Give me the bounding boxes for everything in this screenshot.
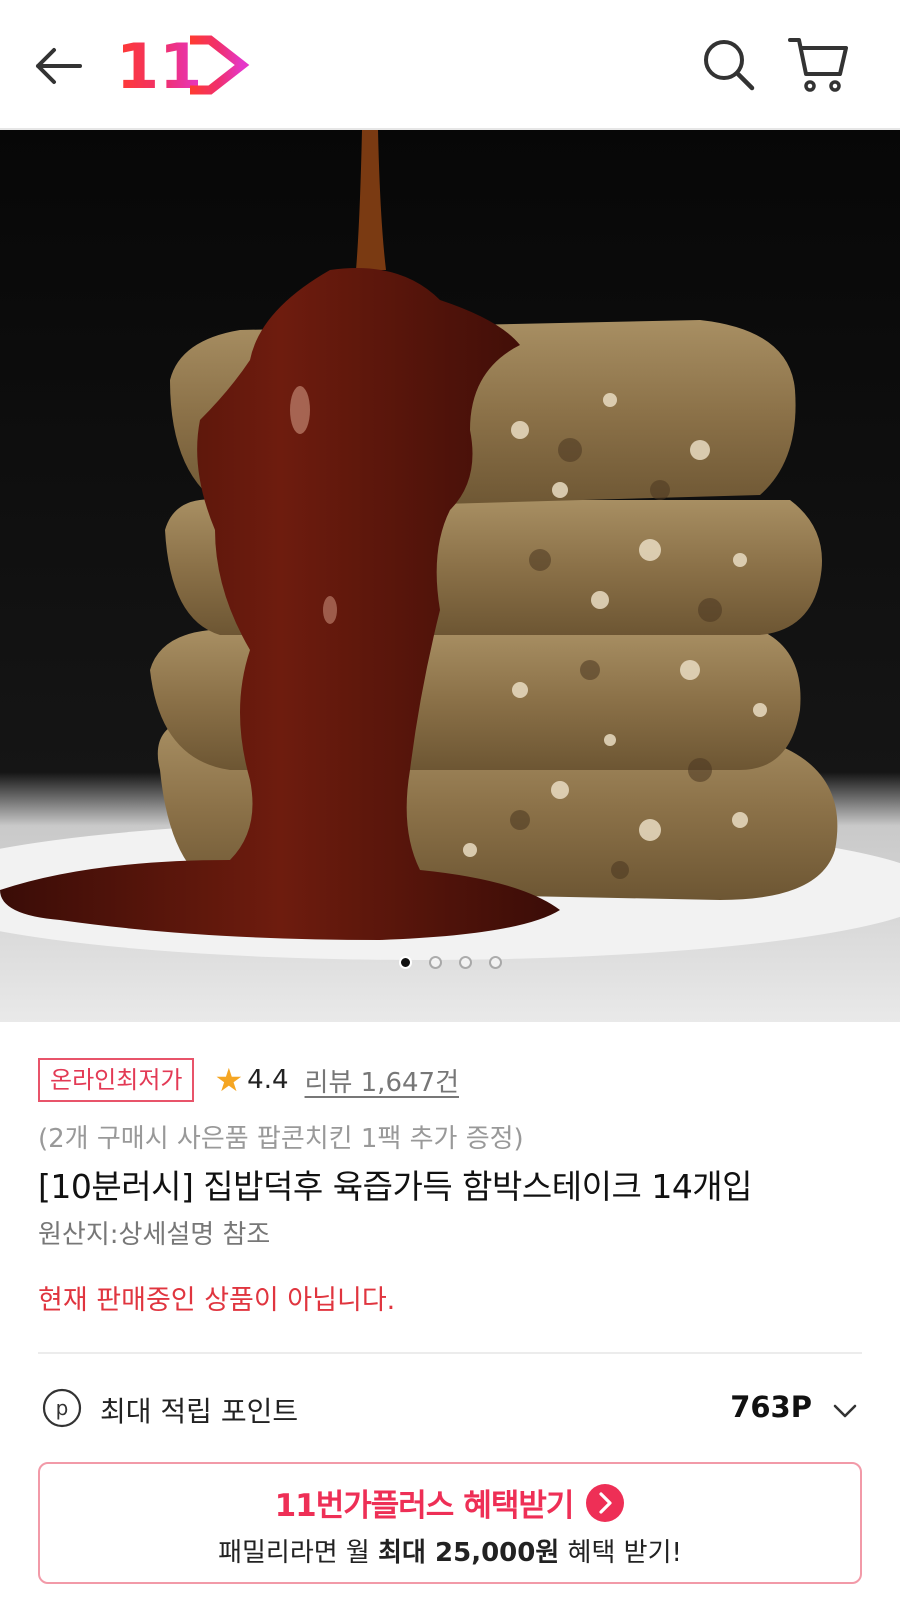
plus-desc-suffix: 혜택 받기! bbox=[559, 1538, 682, 1568]
rating-value: 4.4 bbox=[247, 1065, 289, 1095]
promo-text: (2개 구매시 사은품 팝콘치킨 1팩 추가 증정) bbox=[38, 1124, 524, 1154]
plus-desc-prefix: 패밀리라면 월 bbox=[218, 1538, 379, 1568]
lowest-price-badge: 온라인최저가 bbox=[38, 1058, 195, 1102]
chevron-right-circle-icon[interactable] bbox=[585, 1483, 625, 1523]
plus-brand: 11번가플러스 bbox=[274, 1488, 455, 1524]
points-label: 최대 적립 포인트 bbox=[100, 1395, 299, 1428]
carousel-dot-3[interactable] bbox=[458, 956, 472, 969]
product-image bbox=[0, 130, 900, 1022]
carousel-dot-4[interactable] bbox=[488, 956, 502, 969]
carousel-dot-1[interactable] bbox=[398, 956, 412, 969]
logo-text: 11 bbox=[118, 34, 202, 96]
carousel-pagination bbox=[0, 956, 900, 969]
svg-text:p: p bbox=[56, 1396, 69, 1420]
chevron-down-icon[interactable] bbox=[830, 1396, 860, 1426]
arrow-left-icon[interactable] bbox=[30, 38, 86, 94]
11st-plus-benefit-banner[interactable]: 11번가플러스 혜택받기 패밀리라면 월 최대 25,000원 혜택 받기! bbox=[38, 1462, 862, 1584]
divider bbox=[38, 1352, 862, 1354]
points-value: 763P bbox=[730, 1390, 812, 1424]
plus-banner-description: 패밀리라면 월 최대 25,000원 혜택 받기! bbox=[40, 1532, 860, 1569]
search-icon[interactable] bbox=[700, 36, 758, 94]
cart-icon[interactable] bbox=[788, 34, 850, 96]
plus-action: 혜택받기 bbox=[463, 1488, 574, 1524]
max-points-row[interactable]: p 최대 적립 포인트 763P bbox=[38, 1382, 862, 1438]
origin-text: 원산지:상세설명 참조 bbox=[38, 1220, 271, 1250]
star-icon: ★ bbox=[214, 1061, 244, 1099]
top-app-bar: 11 bbox=[0, 0, 900, 130]
11st-logo[interactable]: 11 bbox=[118, 34, 250, 96]
plus-desc-amount: 최대 25,000원 bbox=[378, 1538, 560, 1568]
carousel-dot-2[interactable] bbox=[428, 956, 442, 969]
product-title: [10분러시] 집밥덕후 육즙가득 함박스테이크 14개입 bbox=[38, 1167, 753, 1206]
rating-row: 온라인최저가 ★ 4.4 리뷰 1,647건 bbox=[38, 1058, 459, 1102]
points-icon: p bbox=[42, 1388, 82, 1428]
sale-status-text: 현재 판매중인 상품이 아닙니다. bbox=[38, 1285, 396, 1316]
plus-banner-headline: 11번가플러스 혜택받기 bbox=[40, 1480, 860, 1525]
product-image-carousel[interactable] bbox=[0, 130, 900, 1022]
review-link[interactable]: 리뷰 1,647건 bbox=[305, 1062, 459, 1099]
